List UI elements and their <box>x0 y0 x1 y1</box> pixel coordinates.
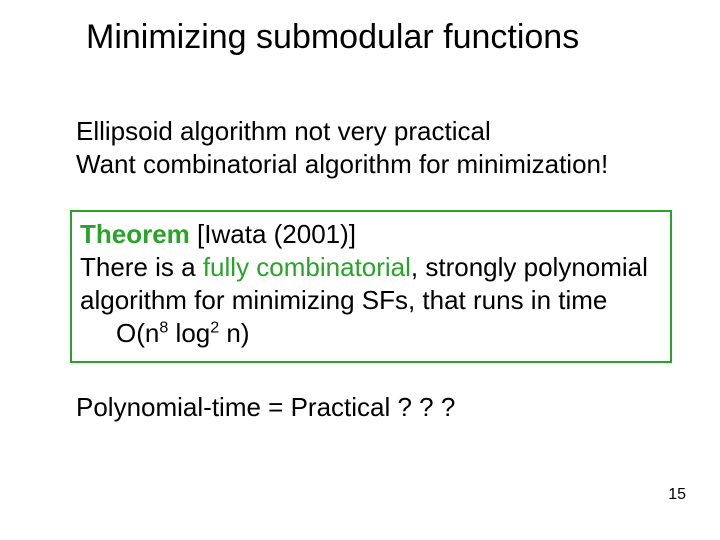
complexity-mid: log <box>168 318 210 348</box>
complexity-exp1: 8 <box>159 319 168 337</box>
theorem-body-prefix: There is a <box>80 252 203 282</box>
page-number: 15 <box>668 486 686 504</box>
slide-title: Minimizing submodular functions <box>0 18 720 57</box>
intro-block: Ellipsoid algorithm not very practical W… <box>0 115 720 182</box>
complexity-exp2: 2 <box>210 319 219 337</box>
theorem-header: Theorem [Iwata (2001)] <box>80 218 662 251</box>
theorem-label: Theorem <box>80 219 190 249</box>
intro-line-1: Ellipsoid algorithm not very practical <box>76 115 660 148</box>
theorem-complexity: O(n8 log2 n) <box>80 317 662 350</box>
intro-line-2: Want combinatorial algorithm for minimiz… <box>76 148 660 181</box>
complexity-prefix: O(n <box>116 318 159 348</box>
theorem-cite: [Iwata (2001)] <box>190 219 356 249</box>
closing-line: Polynomial-time = Practical ? ? ? <box>76 391 660 424</box>
slide: Minimizing submodular functions Ellipsoi… <box>0 0 720 540</box>
theorem-body: There is a fully combinatorial, strongly… <box>80 251 662 318</box>
closing-block: Polynomial-time = Practical ? ? ? <box>0 391 720 424</box>
theorem-box: Theorem [Iwata (2001)] There is a fully … <box>70 210 672 363</box>
complexity-suffix: n) <box>219 318 249 348</box>
theorem-emph: fully combinatorial <box>203 252 411 282</box>
